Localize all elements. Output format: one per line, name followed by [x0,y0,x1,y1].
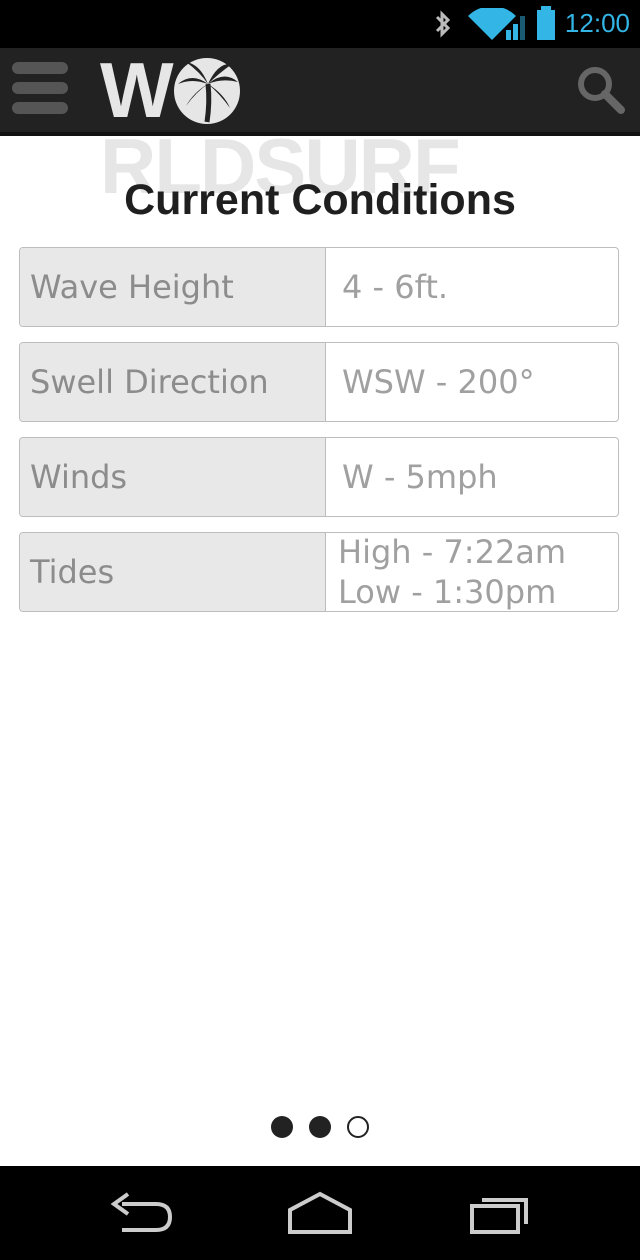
condition-row-tides: Tides High - 7:22am Low - 1:30pm [19,532,619,612]
clock: 12:00 [564,8,630,38]
page-dot-1[interactable] [270,1116,293,1138]
conditions-list: Wave Height 4 - 6ft. Swell Direction WSW… [19,247,619,627]
bluetooth-icon [435,10,451,38]
main-content: Current Conditions Wave Height 4 - 6ft. … [0,136,640,612]
condition-row-wave-height: Wave Height 4 - 6ft. [19,247,619,327]
condition-label: Wave Height [20,248,326,326]
battery-icon [537,6,555,40]
home-icon[interactable] [286,1190,354,1236]
condition-row-swell-direction: Swell Direction WSW - 200° [19,342,619,422]
condition-value: High - 7:22am Low - 1:30pm [326,533,618,611]
app-bar: W RLDSURF [0,46,640,205]
hamburger-icon [12,82,68,94]
logo-text-left: W [100,46,174,134]
condition-label: Tides [20,533,326,611]
search-button[interactable] [575,64,627,116]
page-indicator [0,1116,640,1143]
palm-tree-icon [173,58,240,125]
recent-apps-icon[interactable] [468,1190,532,1236]
hamburger-icon [12,102,68,114]
wifi-icon [468,8,525,40]
condition-value: WSW - 200° [342,363,535,401]
tide-high: High - 7:22am [338,533,567,571]
hamburger-icon [12,62,68,74]
condition-value: W - 5mph [342,458,498,496]
page-dot-2[interactable] [309,1116,331,1138]
page-title: Current Conditions [124,176,516,224]
search-icon [578,67,625,114]
status-bar: 12:00 [0,0,640,48]
condition-label: Swell Direction [20,343,326,421]
tide-low: Low - 1:30pm [338,573,557,611]
page-dot-3[interactable] [347,1116,370,1138]
navigation-bar [0,1166,640,1260]
worldsurf-logo: W RLDSURF [100,46,540,205]
condition-label: Winds [20,438,326,516]
condition-row-winds: Winds W - 5mph [19,437,619,517]
menu-button[interactable] [12,62,70,118]
back-icon[interactable] [108,1190,174,1236]
condition-value: 4 - 6ft. [342,268,449,306]
